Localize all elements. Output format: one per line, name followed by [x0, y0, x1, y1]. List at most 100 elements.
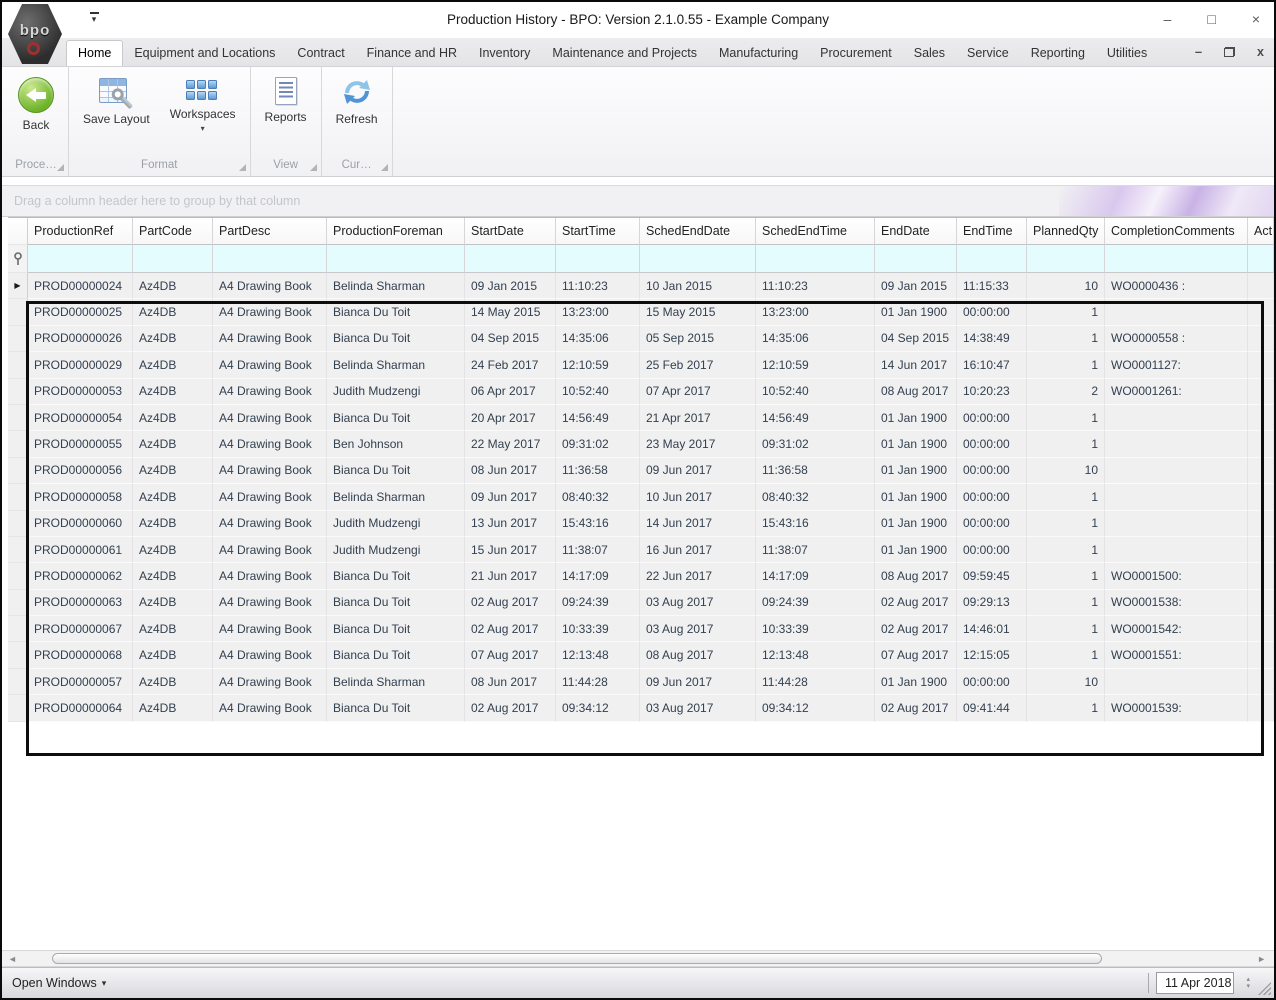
- cell-part_desc[interactable]: A4 Drawing Book: [213, 563, 327, 590]
- cell-sched_end_date[interactable]: 10 Jan 2015: [640, 273, 756, 300]
- cell-foreman[interactable]: Belinda Sharman: [327, 352, 465, 379]
- cell-ref[interactable]: PROD00000058: [28, 484, 133, 511]
- cell-sched_end_date[interactable]: 14 Jun 2017: [640, 510, 756, 537]
- cell-planned_qty[interactable]: 1: [1027, 589, 1105, 617]
- table-row[interactable]: PROD00000061 Az4DB A4 Drawing Book Judith M…: [8, 536, 1274, 564]
- cell-completion_comments[interactable]: WO0001500:: [1105, 563, 1248, 590]
- cell-part_code[interactable]: Az4DB: [133, 484, 213, 511]
- cell-completion_comments[interactable]: WO0001261:: [1105, 378, 1248, 405]
- table-row[interactable]: PROD00000056 Az4DB A4 Drawing Book Bianca D…: [8, 457, 1274, 485]
- cell-part_code[interactable]: Az4DB: [133, 352, 213, 379]
- cell-end_time[interactable]: 00:00:00: [957, 668, 1027, 696]
- cell-start_date[interactable]: 02 Aug 2017: [465, 589, 556, 617]
- filter-cell-end_date[interactable]: [875, 245, 957, 273]
- tab-contract[interactable]: Contract: [286, 41, 355, 66]
- cell-foreman[interactable]: Bianca Du Toit: [327, 589, 465, 617]
- cell-act[interactable]: [1248, 589, 1274, 617]
- cell-end_date[interactable]: 01 Jan 1900: [875, 668, 957, 696]
- column-header-act[interactable]: Act: [1248, 218, 1274, 245]
- cell-act[interactable]: [1248, 273, 1274, 300]
- cell-ref[interactable]: PROD00000064: [28, 695, 133, 722]
- cell-act[interactable]: [1248, 378, 1274, 405]
- cell-start_date[interactable]: 06 Apr 2017: [465, 378, 556, 405]
- column-header-start_time[interactable]: StartTime: [556, 218, 640, 245]
- cell-sched_end_date[interactable]: 08 Aug 2017: [640, 642, 756, 669]
- cell-end_date[interactable]: 01 Jan 1900: [875, 431, 957, 458]
- cell-start_time[interactable]: 12:13:48: [556, 642, 640, 669]
- cell-foreman[interactable]: Judith Mudzengi: [327, 510, 465, 537]
- cell-end_time[interactable]: 09:29:13: [957, 589, 1027, 617]
- cell-act[interactable]: [1248, 484, 1274, 511]
- cell-end_date[interactable]: 01 Jan 1900: [875, 404, 957, 432]
- table-row[interactable]: PROD00000055 Az4DB A4 Drawing Book Ben John…: [8, 431, 1274, 458]
- filter-cell-part_desc[interactable]: [213, 245, 327, 273]
- cell-end_date[interactable]: 01 Jan 1900: [875, 484, 957, 511]
- cell-ref[interactable]: PROD00000024: [28, 273, 133, 300]
- tab-home[interactable]: Home: [66, 40, 124, 66]
- cell-planned_qty[interactable]: 10: [1027, 668, 1105, 696]
- cell-ref[interactable]: PROD00000053: [28, 378, 133, 405]
- cell-sched_end_time[interactable]: 09:31:02: [756, 431, 875, 458]
- cell-act[interactable]: [1248, 616, 1274, 643]
- cell-end_date[interactable]: 01 Jan 1900: [875, 299, 957, 326]
- cell-sched_end_date[interactable]: 09 Jun 2017: [640, 668, 756, 696]
- filter-cell-completion_comments[interactable]: [1105, 245, 1248, 273]
- cell-foreman[interactable]: Bianca Du Toit: [327, 325, 465, 353]
- cell-completion_comments[interactable]: [1105, 536, 1248, 564]
- cell-end_date[interactable]: 08 Aug 2017: [875, 563, 957, 590]
- cell-sched_end_date[interactable]: 10 Jun 2017: [640, 484, 756, 511]
- cell-start_date[interactable]: 02 Aug 2017: [465, 695, 556, 722]
- cell-foreman[interactable]: Judith Mudzengi: [327, 536, 465, 564]
- cell-part_code[interactable]: Az4DB: [133, 510, 213, 537]
- cell-start_time[interactable]: 10:52:40: [556, 378, 640, 405]
- cell-start_date[interactable]: 07 Aug 2017: [465, 642, 556, 669]
- cell-part_desc[interactable]: A4 Drawing Book: [213, 299, 327, 326]
- cell-completion_comments[interactable]: [1105, 457, 1248, 485]
- cell-start_time[interactable]: 09:34:12: [556, 695, 640, 722]
- cell-ref[interactable]: PROD00000068: [28, 642, 133, 669]
- horizontal-scrollbar[interactable]: ◄ ►: [2, 950, 1274, 967]
- cell-sched_end_time[interactable]: 14:56:49: [756, 404, 875, 432]
- cell-sched_end_time[interactable]: 08:40:32: [756, 484, 875, 511]
- cell-start_time[interactable]: 09:24:39: [556, 589, 640, 617]
- table-row[interactable]: PROD00000068 Az4DB A4 Drawing Book Bianca D…: [8, 642, 1274, 669]
- cell-end_date[interactable]: 04 Sep 2015: [875, 325, 957, 353]
- cell-end_time[interactable]: 09:41:44: [957, 695, 1027, 722]
- cell-end_time[interactable]: 00:00:00: [957, 484, 1027, 511]
- date-spinner[interactable]: ▴ ▾: [1246, 972, 1250, 994]
- cell-start_time[interactable]: 11:36:58: [556, 457, 640, 485]
- dialog-launcher-icon[interactable]: [380, 164, 388, 171]
- cell-completion_comments[interactable]: WO0001539:: [1105, 695, 1248, 722]
- column-header-part_desc[interactable]: PartDesc: [213, 218, 327, 245]
- cell-sched_end_date[interactable]: 22 Jun 2017: [640, 563, 756, 590]
- cell-part_code[interactable]: Az4DB: [133, 299, 213, 326]
- cell-sched_end_date[interactable]: 23 May 2017: [640, 431, 756, 458]
- cell-start_time[interactable]: 15:43:16: [556, 510, 640, 537]
- cell-planned_qty[interactable]: 1: [1027, 510, 1105, 537]
- cell-planned_qty[interactable]: 1: [1027, 299, 1105, 326]
- table-row[interactable]: PROD00000029 Az4DB A4 Drawing Book Belinda …: [8, 352, 1274, 379]
- cell-end_date[interactable]: 02 Aug 2017: [875, 589, 957, 617]
- tab-procurement[interactable]: Procurement: [809, 41, 903, 66]
- cell-start_time[interactable]: 12:10:59: [556, 352, 640, 379]
- cell-sched_end_time[interactable]: 12:13:48: [756, 642, 875, 669]
- cell-part_code[interactable]: Az4DB: [133, 616, 213, 643]
- cell-completion_comments[interactable]: [1105, 510, 1248, 537]
- table-row[interactable]: PROD00000054 Az4DB A4 Drawing Book Bianca D…: [8, 404, 1274, 432]
- cell-foreman[interactable]: Bianca Du Toit: [327, 299, 465, 326]
- cell-act[interactable]: [1248, 510, 1274, 537]
- cell-part_code[interactable]: Az4DB: [133, 431, 213, 458]
- table-row[interactable]: PROD00000057 Az4DB A4 Drawing Book Belinda …: [8, 668, 1274, 696]
- table-row[interactable]: PROD00000053 Az4DB A4 Drawing Book Judith M…: [8, 378, 1274, 405]
- filter-cell-foreman[interactable]: [327, 245, 465, 273]
- open-windows-button[interactable]: Open Windows ▾: [12, 976, 106, 990]
- column-header-sched_end_date[interactable]: SchedEndDate: [640, 218, 756, 245]
- minimize-button[interactable]: –: [1164, 10, 1172, 28]
- cell-foreman[interactable]: Belinda Sharman: [327, 668, 465, 696]
- cell-start_date[interactable]: 14 May 2015: [465, 299, 556, 326]
- cell-sched_end_date[interactable]: 07 Apr 2017: [640, 378, 756, 405]
- cell-part_desc[interactable]: A4 Drawing Book: [213, 484, 327, 511]
- cell-end_time[interactable]: 12:15:05: [957, 642, 1027, 669]
- scrollbar-thumb[interactable]: [52, 953, 1102, 964]
- cell-sched_end_time[interactable]: 14:17:09: [756, 563, 875, 590]
